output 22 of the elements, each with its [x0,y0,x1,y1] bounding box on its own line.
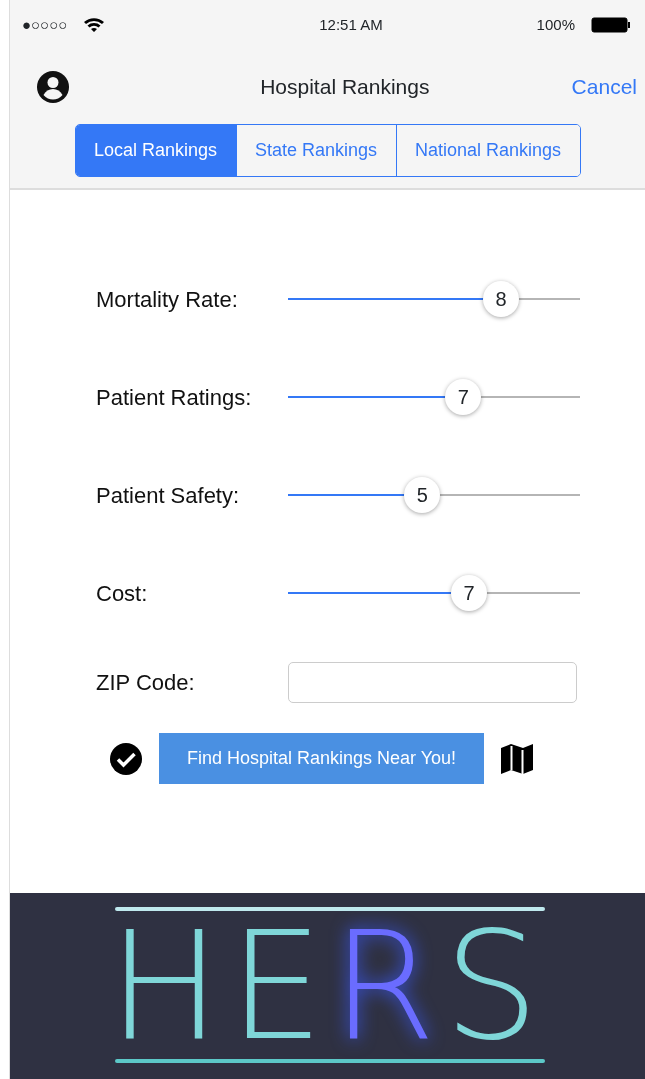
check-icon [108,741,143,776]
map-icon[interactable] [500,741,535,776]
slider-thumb[interactable]: 8 [483,281,520,317]
signal-dots: ●○○○○ [22,14,68,35]
clock-time: 12:51 AM [319,14,383,35]
cancel-button[interactable]: Cancel [571,71,637,103]
zip-field[interactable] [288,662,577,703]
slider-label: Patient Ratings: [96,383,253,412]
screen-title: Hospital Rankings [260,74,430,101]
segment-tab[interactable]: Local Rankings [75,125,236,176]
battery-icon [591,17,631,33]
zip-label: ZIP Code: [96,669,196,697]
slider-thumb[interactable]: 5 [404,477,441,513]
slider-label: Cost: [96,579,149,608]
slider-label: Mortality Rate: [96,285,239,314]
user-icon[interactable] [36,70,70,104]
slider-thumb[interactable]: 7 [451,575,488,611]
wifi-icon [83,17,106,33]
segment-tab[interactable]: National Rankings [395,125,580,176]
battery-percent: 100% [536,14,575,35]
slider-thumb[interactable]: 7 [445,379,482,415]
slider-label: Patient Safety: [96,481,241,510]
